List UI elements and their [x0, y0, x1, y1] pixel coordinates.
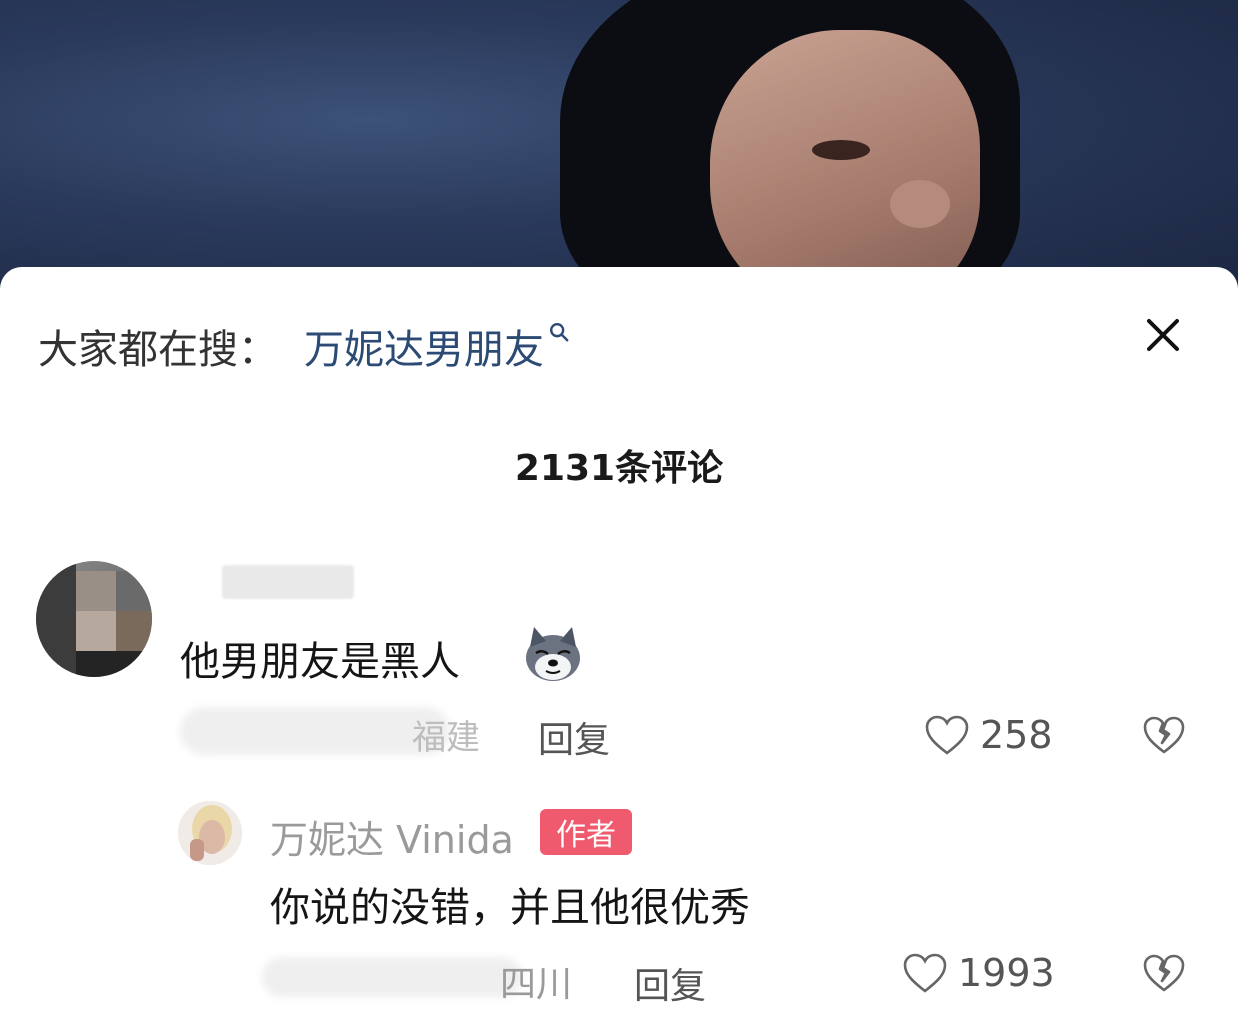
reply-button[interactable]: 回复: [634, 957, 706, 1009]
broken-heart-icon[interactable]: [1142, 715, 1186, 755]
search-icon[interactable]: [548, 321, 570, 343]
author-avatar-image: [178, 801, 242, 865]
search-suggestion[interactable]: 大家都在搜： 万妮达男朋友: [38, 317, 570, 375]
broken-heart-icon[interactable]: [1142, 953, 1186, 993]
heart-icon: [925, 715, 969, 755]
author-avatar[interactable]: [178, 801, 242, 865]
comment-count-title: 2131条评论: [514, 448, 724, 489]
comment-location: 福建: [412, 718, 480, 758]
like-button[interactable]: 258: [924, 713, 1053, 757]
reply-meta-redacted: [262, 957, 522, 997]
comment-sheet: 大家都在搜： 万妮达男朋友 2131条评论 他男朋友是黑人 福建 回复 258 …: [0, 267, 1238, 1018]
comment-text: 他男朋友是黑人: [180, 639, 460, 685]
like-button[interactable]: 1993: [902, 951, 1055, 995]
search-suggestion-prefix: 大家都在搜：: [38, 327, 278, 373]
reply-text: 你说的没错，并且他很优秀: [270, 885, 750, 931]
like-count: 1993: [958, 951, 1055, 995]
video-eye-shape: [812, 140, 870, 160]
husky-emoji-icon: [526, 627, 580, 681]
close-icon[interactable]: [1143, 315, 1183, 355]
search-suggestion-keyword[interactable]: 万妮达男朋友: [304, 317, 544, 375]
author-badge: 作者: [540, 809, 632, 855]
reply-button[interactable]: 回复: [538, 711, 610, 763]
heart-icon: [903, 953, 947, 993]
reply-location: 四川: [500, 964, 573, 1005]
avatar[interactable]: [36, 561, 152, 677]
video-nose-shape: [890, 180, 950, 228]
video-face-shape: [710, 30, 980, 300]
like-count: 258: [980, 713, 1053, 757]
author-name[interactable]: 万妮达 Vinida: [270, 809, 514, 864]
username-redacted: [222, 565, 354, 599]
video-background: [0, 0, 1238, 300]
